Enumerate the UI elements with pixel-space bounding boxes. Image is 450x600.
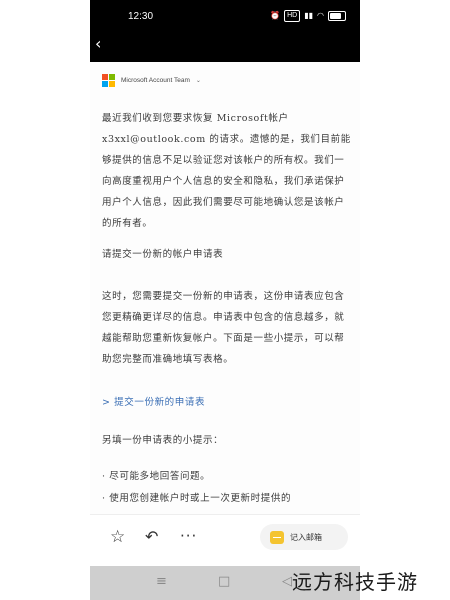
nav-home-icon[interactable]: □ [218,574,230,589]
battery-icon [328,11,346,21]
tips-heading: 另填一份申请表的小提示： [102,435,224,446]
watermark-text: 远方科技手游 [292,570,418,594]
microsoft-logo-icon [102,74,115,87]
tip-item-2: · 使用您创建帐户时或上一次更新时提供的 [102,493,292,504]
signal-icon: ▮▮ [304,11,314,20]
logo-square-yellow [109,81,115,87]
logo-square-green [109,74,115,80]
battery-level [330,13,342,19]
top-bar: 12:30 ⏰ HD ▮▮ ◠ ‹ [90,0,360,62]
nav-back-icon[interactable]: ◁ [282,574,292,589]
paragraph-2: 这时，您需要提交一份新的申请表，这份申请表应包含您更精确更详尽的信息。申请表中包… [102,291,345,365]
wifi-icon: ◠ [317,11,324,20]
more-icon[interactable]: ··· [180,527,197,545]
sender-row[interactable]: Microsoft Account Team ⌄ [102,74,201,87]
bottom-action-bar: ☆ ↶ ··· 记入邮箱 [90,514,360,567]
status-time: 12:30 [128,11,154,22]
sender-name: Microsoft Account Team [121,77,190,84]
paragraph-1: 最近我们收到您要求恢复 Microsoft帐户 x3xxl@outlook.co… [102,113,351,229]
status-icons: ⏰ HD ▮▮ ◠ [270,10,346,22]
new-request-link[interactable]: > 提交一份新的申请表 [102,392,352,413]
email-body: Microsoft Account Team ⌄ 最近我们收到您要求恢复 Mic… [90,62,360,514]
save-to-notes-label: 记入邮箱 [290,532,322,542]
star-icon[interactable]: ☆ [110,527,125,547]
reply-icon[interactable]: ↶ [145,527,158,546]
chevron-left-icon: ‹ [95,34,102,53]
back-button[interactable]: ‹ [95,34,101,54]
hd-icon: HD [284,10,301,22]
logo-square-blue [102,81,108,87]
nav-menu-icon[interactable]: ≡ [156,574,167,589]
alarm-icon: ⏰ [270,11,281,20]
logo-square-red [102,74,108,80]
phone-screen: 12:30 ⏰ HD ▮▮ ◠ ‹ Microsoft Account Team… [90,0,360,600]
section-heading: 请提交一份新的帐户申请表 [102,249,224,260]
chevron-down-icon[interactable]: ⌄ [196,77,201,84]
save-to-notes-button[interactable]: 记入邮箱 [260,524,348,550]
note-icon [270,530,284,544]
tip-item-1: · 尽可能多地回答问题。 [102,471,211,482]
